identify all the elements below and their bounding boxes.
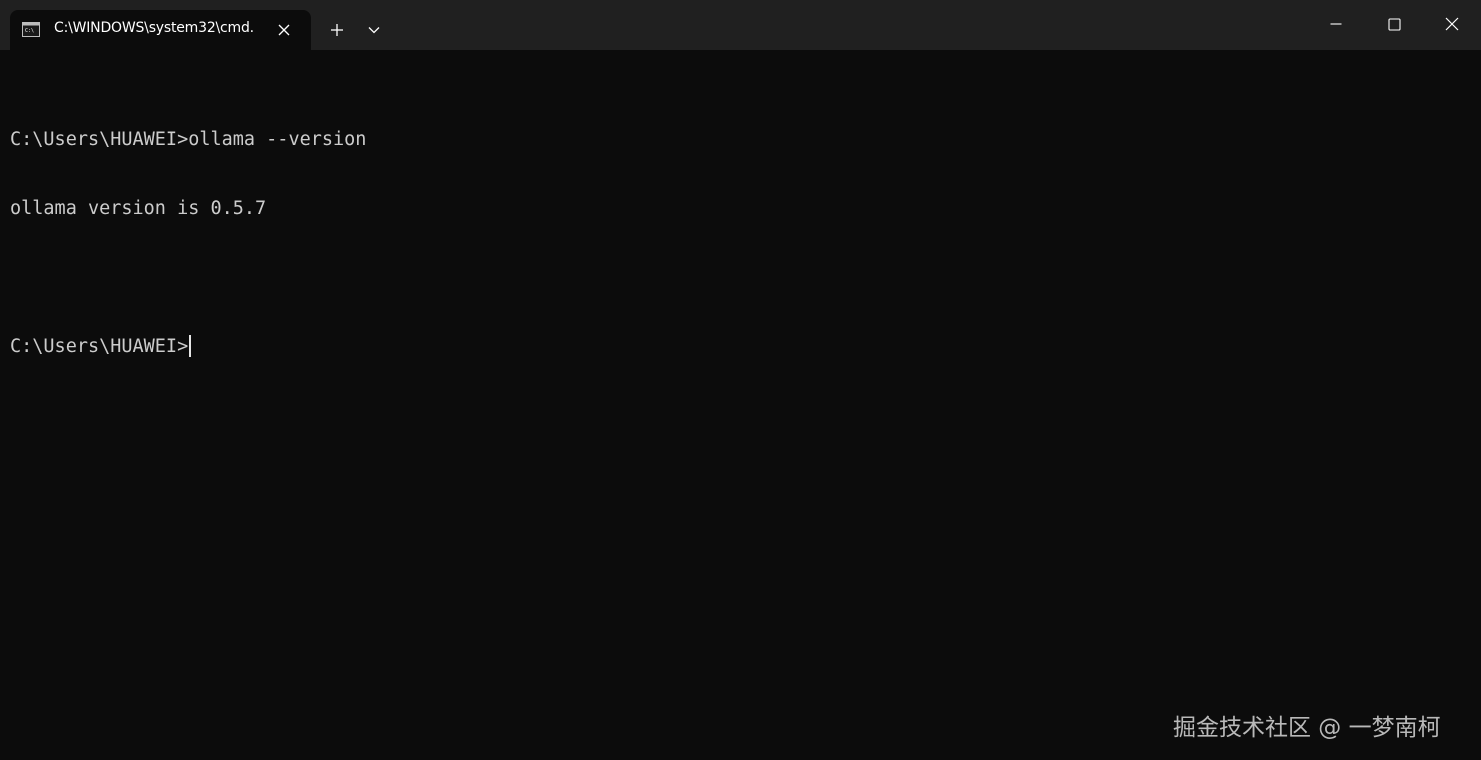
plus-icon [331, 24, 343, 36]
close-icon [1445, 17, 1459, 31]
chevron-down-icon [368, 27, 380, 34]
tab-dropdown-button[interactable] [360, 15, 388, 45]
tab-title: C:\WINDOWS\system32\cmd. [54, 20, 254, 36]
terminal-prompt: C:\Users\HUAWEI> [10, 336, 189, 357]
tab-cmd[interactable]: C:\ C:\WINDOWS\system32\cmd. [10, 10, 311, 50]
terminal-line: ollama version is 0.5.7 [10, 198, 267, 219]
minimize-button[interactable] [1307, 0, 1365, 48]
terminal-prompt-line: C:\Users\HUAWEI> [10, 335, 1470, 358]
terminal-output[interactable]: C:\Users\HUAWEI>ollama --version ollama … [10, 82, 1470, 682]
new-tab-button[interactable] [322, 15, 352, 45]
maximize-icon [1387, 17, 1401, 31]
text-cursor [189, 335, 191, 357]
cmd-icon: C:\ [22, 22, 40, 37]
close-icon [278, 24, 290, 36]
watermark: 掘金技术社区 @ 一梦南柯 [1173, 715, 1441, 741]
close-window-button[interactable] [1423, 0, 1481, 48]
minimize-icon [1330, 23, 1342, 25]
terminal-window: C:\ C:\WINDOWS\system32\cmd. C:\Users\HU… [0, 0, 1481, 760]
close-tab-button[interactable] [274, 20, 294, 40]
title-bar[interactable]: C:\ C:\WINDOWS\system32\cmd. [0, 0, 1481, 50]
terminal-line: C:\Users\HUAWEI>ollama --version [10, 129, 367, 150]
svg-text:C:\: C:\ [25, 28, 34, 34]
maximize-button[interactable] [1365, 0, 1423, 48]
